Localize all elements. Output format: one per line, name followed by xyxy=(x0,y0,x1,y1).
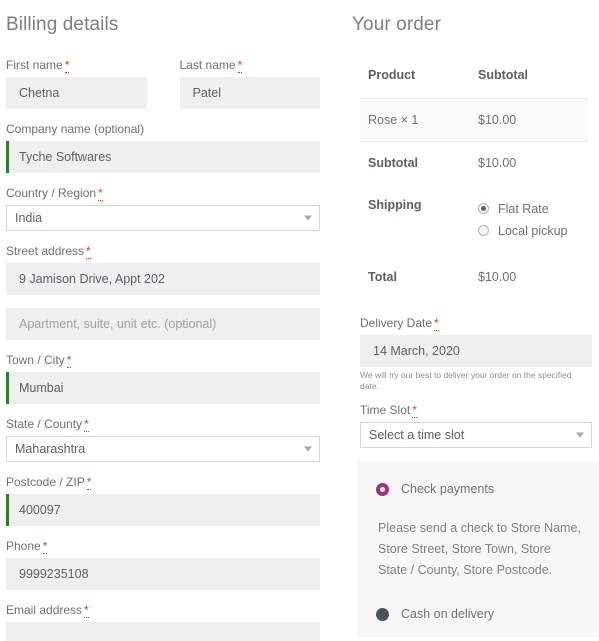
shipping-label-cell: Shipping xyxy=(368,198,422,212)
first-name-input[interactable]: Chetna xyxy=(6,77,147,109)
time-slot-label: Time Slot * xyxy=(360,403,417,418)
total-label-cell: Total xyxy=(368,270,397,284)
radio-flat-rate-icon[interactable] xyxy=(478,203,489,215)
table-row-product: Rose × 1 $10.00 xyxy=(360,98,588,142)
radio-local-pickup-icon[interactable] xyxy=(478,225,489,237)
name-row: First name * Chetna Last name * Patel xyxy=(6,58,320,122)
shipping-option-local-pickup-label: Local pickup xyxy=(498,224,568,238)
apartment-input[interactable]: Apartment, suite, unit etc. (optional) xyxy=(6,308,320,340)
first-name-label: First name * xyxy=(6,58,70,73)
company-input[interactable]: Tyche Softwares xyxy=(6,141,320,173)
country-field-group: Country / Region * India xyxy=(6,186,320,231)
column-header-subtotal: Subtotal xyxy=(478,68,528,82)
billing-details-heading: Billing details xyxy=(6,14,119,35)
payment-method-check-payments-label: Check payments xyxy=(401,482,495,496)
country-select[interactable]: India xyxy=(6,205,320,231)
required-asterisk: * xyxy=(84,603,89,618)
shipping-option-flat-rate[interactable]: Flat Rate xyxy=(478,198,588,220)
column-header-product: Product xyxy=(368,68,416,82)
total-value-cell: $10.00 xyxy=(478,270,517,284)
radio-cash-on-delivery-icon[interactable] xyxy=(376,607,389,621)
checkout-page: Billing details First name * Chetna Last … xyxy=(0,0,599,641)
table-row-total: Total $10.00 xyxy=(360,256,588,298)
required-asterisk: * xyxy=(84,417,89,432)
time-slot-selected-value: Select a time slot xyxy=(369,428,465,442)
required-asterisk: * xyxy=(86,475,92,490)
order-summary-column: Your order Product Subtotal Rose × 1 $10… xyxy=(340,0,599,641)
state-select[interactable]: Maharashtra xyxy=(6,436,320,462)
delivery-date-label: Delivery Date * xyxy=(360,316,439,331)
street-address-label: Street address * xyxy=(6,244,91,259)
chevron-down-icon xyxy=(304,215,312,221)
required-asterisk: * xyxy=(237,58,243,73)
email-input[interactable] xyxy=(6,622,320,641)
postcode-input[interactable]: 400097 xyxy=(6,494,320,526)
subtotal-label-cell: Subtotal xyxy=(368,156,418,170)
street-field-group: Street address * 9 Jamison Drive, Appt 20… xyxy=(6,244,320,295)
city-input[interactable]: Mumbai xyxy=(6,372,320,404)
required-asterisk: * xyxy=(42,539,48,554)
company-field-group: Company name (optional) Tyche Softwares xyxy=(6,122,320,173)
postcode-field-group: Postcode / ZIP * 400097 xyxy=(6,475,320,526)
time-slot-field-group: Time Slot * Select a time slot xyxy=(360,403,592,448)
required-asterisk: * xyxy=(412,403,417,418)
payment-method-cash-on-delivery[interactable]: Cash on delivery xyxy=(376,607,581,621)
required-asterisk: * xyxy=(64,58,70,73)
payment-methods-panel: Check payments Please send a check to St… xyxy=(358,462,599,637)
last-name-label: Last name * xyxy=(179,58,243,73)
last-name-input[interactable]: Patel xyxy=(179,77,320,109)
payment-method-check-payments[interactable]: Check payments xyxy=(376,482,581,496)
radio-check-payments-icon[interactable] xyxy=(376,482,389,496)
product-price-cell: $10.00 xyxy=(478,113,517,127)
required-asterisk: * xyxy=(98,186,103,201)
order-summary-table: Product Subtotal Rose × 1 $10.00 Subtota… xyxy=(360,58,588,298)
delivery-date-help-text: We will try our best to deliver your ord… xyxy=(360,370,572,391)
city-field-group: Town / City * Mumbai xyxy=(6,353,320,404)
your-order-heading: Your order xyxy=(352,14,442,35)
country-label: Country / Region * xyxy=(6,186,103,201)
phone-field-group: Phone * 9999235108 xyxy=(6,539,320,590)
state-label: State / County * xyxy=(6,417,89,432)
city-label: Town / City * xyxy=(6,353,72,368)
subtotal-value-cell: $10.00 xyxy=(478,156,517,170)
chevron-down-icon xyxy=(304,446,312,452)
shipping-options-cell: Flat Rate Local pickup xyxy=(478,184,588,256)
shipping-option-flat-rate-label: Flat Rate xyxy=(498,202,549,216)
state-field-group: State / County * Maharashtra xyxy=(6,417,320,462)
shipping-option-local-pickup[interactable]: Local pickup xyxy=(478,220,588,242)
email-label: Email address * xyxy=(6,603,89,618)
phone-label: Phone * xyxy=(6,539,48,554)
required-asterisk: * xyxy=(66,353,72,368)
payment-method-check-description: Please send a check to Store Name, Store… xyxy=(378,521,581,577)
delivery-date-input[interactable]: 14 March, 2020 xyxy=(360,335,592,367)
billing-details-column: Billing details First name * Chetna Last … xyxy=(0,0,340,641)
phone-input[interactable]: 9999235108 xyxy=(6,558,320,590)
email-field-group: Email address * xyxy=(6,603,320,641)
apartment-field-group: Apartment, suite, unit etc. (optional) xyxy=(6,308,320,340)
table-header-row: Product Subtotal xyxy=(360,58,588,99)
required-asterisk: * xyxy=(86,244,91,259)
company-label: Company name (optional) xyxy=(6,122,145,136)
state-selected-value: Maharashtra xyxy=(15,442,86,456)
required-asterisk: * xyxy=(434,316,439,331)
table-row-shipping: Shipping Flat Rate Local pickup xyxy=(360,184,588,256)
postcode-label: Postcode / ZIP * xyxy=(6,475,92,490)
payment-method-cash-on-delivery-label: Cash on delivery xyxy=(401,607,495,621)
product-name-cell: Rose × 1 xyxy=(368,113,419,127)
country-selected-value: India xyxy=(15,211,43,225)
delivery-date-field-group: Delivery Date * 14 March, 2020 We will tr… xyxy=(360,316,592,392)
street-address-input[interactable]: 9 Jamison Drive, Appt 202 xyxy=(6,263,320,295)
first-name-field-group: First name * Chetna xyxy=(6,58,147,109)
chevron-down-icon xyxy=(576,432,584,438)
time-slot-select[interactable]: Select a time slot xyxy=(360,422,592,448)
table-row-subtotal: Subtotal $10.00 xyxy=(360,142,588,185)
last-name-field-group: Last name * Patel xyxy=(179,58,320,109)
